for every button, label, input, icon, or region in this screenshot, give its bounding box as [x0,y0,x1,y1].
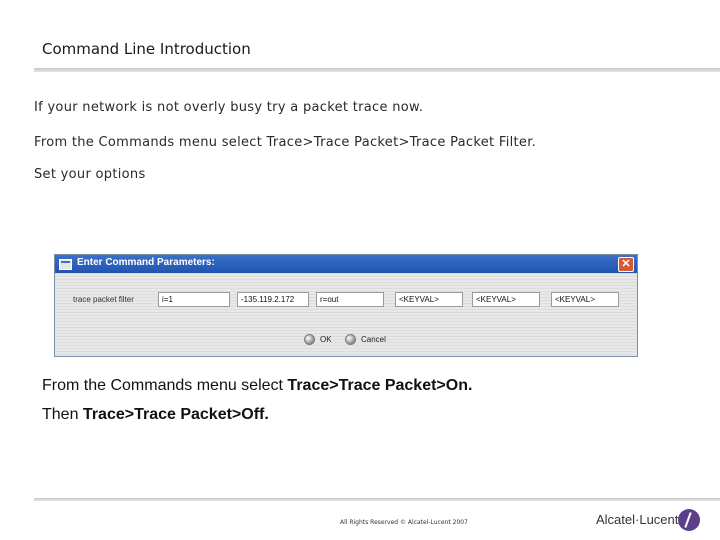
caption-2-bold: Trace>Trace Packet>Off. [82,406,269,423]
caption-line-1: From the Commands menu select Trace>Trac… [42,377,472,395]
footer-divider [34,498,720,501]
ok-label: OK [320,335,332,344]
command-parameters-dialog: Enter Command Parameters: ✕ trace packet… [54,254,638,357]
logo-text: Alcatel·Lucent [596,512,679,527]
param-field-1[interactable]: i=1 [158,292,230,307]
dialog-title: Enter Command Parameters: [77,257,215,268]
param-field-4[interactable]: <KEYVAL> [395,292,463,307]
instruction-line-1: If your network is not overly busy try a… [34,100,424,115]
copyright-text: All Rights Reserved © Alcatel-Lucent 200… [340,519,468,526]
title-divider [34,68,720,72]
dialog-titlebar[interactable]: Enter Command Parameters: ✕ [55,255,637,273]
caption-line-2: Then Trace>Trace Packet>Off. [42,406,269,424]
caption-2-prefix: Then [42,406,83,423]
cancel-icon [345,334,356,346]
param-label: trace packet filter [73,295,134,304]
close-button[interactable]: ✕ [618,257,634,272]
param-field-3[interactable]: r=out [316,292,384,307]
instruction-line-3: Set your options [34,167,146,182]
caption-1-prefix: From the Commands menu select [42,377,288,394]
param-field-6[interactable]: <KEYVAL> [551,292,619,307]
page-title: Command Line Introduction [42,40,251,58]
cancel-label: Cancel [361,335,386,344]
caption-1-bold: Trace>Trace Packet>On. [287,377,473,394]
window-icon [59,259,72,270]
param-field-2[interactable]: -135.119.2.172 [237,292,309,307]
instruction-line-2: From the Commands menu select Trace>Trac… [34,135,537,150]
ok-button[interactable]: OK [304,333,332,347]
alcatel-lucent-logo-icon [678,509,700,531]
param-field-5[interactable]: <KEYVAL> [472,292,540,307]
ok-icon [304,334,315,346]
cancel-button[interactable]: Cancel [345,333,386,347]
